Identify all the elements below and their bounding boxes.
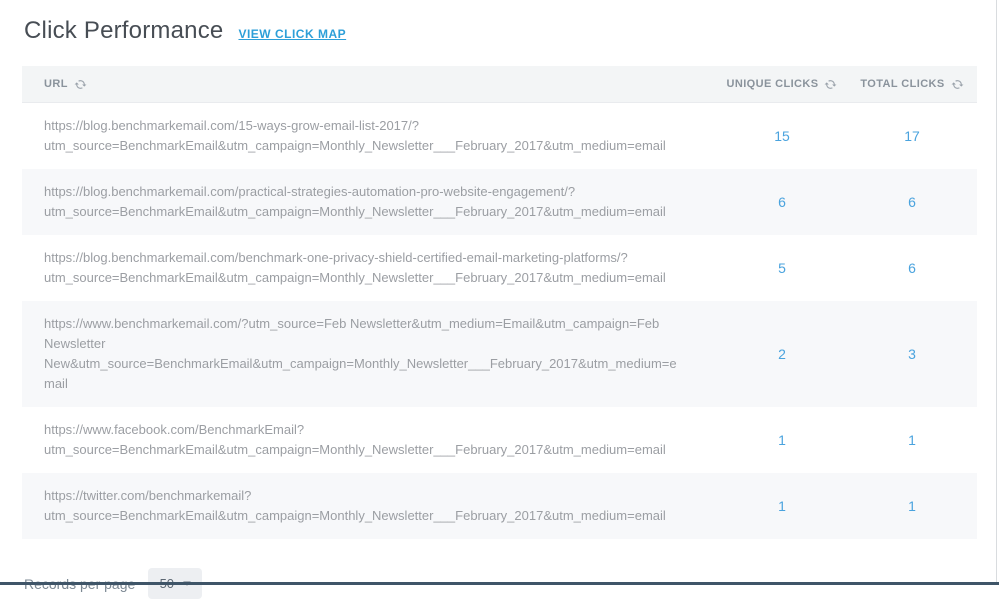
total-clicks-value[interactable]: 6 — [847, 194, 977, 210]
table-row: https://twitter.com/benchmarkemail?utm_s… — [22, 473, 977, 539]
column-header-url-label: URL — [44, 78, 68, 90]
column-header-unique-clicks[interactable]: UNIQUE CLICKS — [717, 78, 847, 91]
url-cell: https://www.benchmarkemail.com/?utm_sour… — [22, 301, 717, 407]
view-click-map-link[interactable]: VIEW CLICK MAP — [238, 27, 346, 41]
url-cell: https://blog.benchmarkemail.com/15-ways-… — [22, 103, 717, 169]
column-header-unique-clicks-label: UNIQUE CLICKS — [727, 78, 819, 90]
table-row: https://www.facebook.com/BenchmarkEmail?… — [22, 407, 977, 473]
url-cell: https://blog.benchmarkemail.com/practica… — [22, 169, 717, 235]
table-body: https://blog.benchmarkemail.com/15-ways-… — [22, 103, 977, 539]
total-clicks-value[interactable]: 1 — [847, 432, 977, 448]
unique-clicks-value[interactable]: 1 — [717, 432, 847, 448]
table-row: https://blog.benchmarkemail.com/benchmar… — [22, 235, 977, 301]
table-row: https://blog.benchmarkemail.com/15-ways-… — [22, 103, 977, 169]
unique-clicks-value[interactable]: 5 — [717, 260, 847, 276]
sort-icon[interactable] — [824, 78, 837, 91]
page-title: Click Performance — [24, 17, 223, 45]
table-row: https://blog.benchmarkemail.com/practica… — [22, 169, 977, 235]
url-cell: https://twitter.com/benchmarkemail?utm_s… — [22, 473, 717, 539]
column-header-url[interactable]: URL — [22, 78, 717, 91]
sort-icon[interactable] — [951, 78, 964, 91]
url-cell: https://blog.benchmarkemail.com/benchmar… — [22, 235, 717, 301]
unique-clicks-value[interactable]: 15 — [717, 128, 847, 144]
page-right-border — [996, 0, 997, 585]
unique-clicks-value[interactable]: 1 — [717, 498, 847, 514]
column-header-total-clicks[interactable]: TOTAL CLICKS — [847, 78, 977, 91]
column-header-total-clicks-label: TOTAL CLICKS — [860, 78, 944, 90]
total-clicks-value[interactable]: 1 — [847, 498, 977, 514]
sort-icon[interactable] — [74, 78, 87, 91]
url-cell: https://www.facebook.com/BenchmarkEmail?… — [22, 407, 717, 473]
total-clicks-value[interactable]: 6 — [847, 260, 977, 276]
unique-clicks-value[interactable]: 6 — [717, 194, 847, 210]
click-performance-table: URL UNIQUE CLICKS TOTAL CLICKS https://b… — [22, 66, 977, 539]
unique-clicks-value[interactable]: 2 — [717, 346, 847, 362]
table-header-row: URL UNIQUE CLICKS TOTAL CLICKS — [22, 66, 977, 103]
page-header: Click Performance VIEW CLICK MAP — [0, 0, 999, 45]
total-clicks-value[interactable]: 3 — [847, 346, 977, 362]
total-clicks-value[interactable]: 17 — [847, 128, 977, 144]
table-row: https://www.benchmarkemail.com/?utm_sour… — [22, 301, 977, 407]
